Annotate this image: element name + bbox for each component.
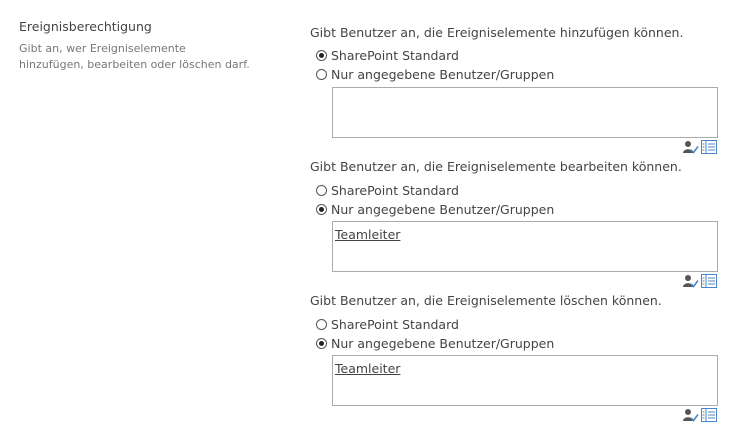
radio-option-specific[interactable]: Nur angegebene Benutzer/Gruppen	[316, 200, 554, 218]
group-title: Gibt Benutzer an, die Ereigniselemente h…	[310, 25, 684, 40]
edit-permission-group: Gibt Benutzer an, die Ereigniselemente b…	[310, 158, 730, 288]
radio-label: SharePoint Standard	[331, 316, 459, 332]
radio-button[interactable]	[316, 68, 327, 80]
delete-permission-group: Gibt Benutzer an, die Ereigniselemente l…	[310, 292, 730, 422]
radio-button[interactable]	[316, 318, 327, 330]
radio-option-specific[interactable]: Nur angegebene Benutzer/Gruppen	[316, 334, 554, 352]
radio-option-standard[interactable]: SharePoint Standard	[316, 181, 459, 199]
radio-label: Nur angegebene Benutzer/Gruppen	[331, 66, 555, 82]
radio-button[interactable]	[316, 184, 327, 196]
radio-button[interactable]	[316, 203, 327, 215]
section-description: Gibt an, wer Ereigniselemente hinzufügen…	[19, 42, 250, 71]
people-entry[interactable]: Teamleiter	[335, 227, 400, 242]
check-names-icon[interactable]	[683, 407, 699, 422]
picker-icons	[683, 273, 717, 288]
picker-icons	[683, 139, 717, 154]
people-picker-input[interactable]: Teamleiter	[332, 355, 718, 406]
radio-label: SharePoint Standard	[331, 47, 459, 63]
section-title: Ereignisberechtigung	[19, 19, 152, 34]
section-info: Ereignisberechtigung Gibt an, wer Ereign…	[19, 18, 289, 73]
radio-label: Nur angegebene Benutzer/Gruppen	[331, 335, 555, 351]
address-book-icon[interactable]	[701, 139, 717, 154]
radio-option-standard[interactable]: SharePoint Standard	[316, 315, 459, 333]
radio-button[interactable]	[316, 49, 327, 61]
group-title: Gibt Benutzer an, die Ereigniselemente l…	[310, 293, 662, 308]
radio-option-specific[interactable]: Nur angegebene Benutzer/Gruppen	[316, 65, 554, 83]
check-names-icon[interactable]	[683, 139, 699, 154]
radio-option-standard[interactable]: SharePoint Standard	[316, 46, 459, 64]
people-picker-input[interactable]	[332, 87, 718, 138]
radio-label: SharePoint Standard	[331, 182, 459, 198]
check-names-icon[interactable]	[683, 273, 699, 288]
address-book-icon[interactable]	[701, 273, 717, 288]
people-picker-input[interactable]: Teamleiter	[332, 221, 718, 272]
radio-label: Nur angegebene Benutzer/Gruppen	[331, 201, 555, 217]
add-permission-group: Gibt Benutzer an, die Ereigniselemente h…	[310, 24, 730, 154]
group-title: Gibt Benutzer an, die Ereigniselemente b…	[310, 159, 682, 174]
picker-icons	[683, 407, 717, 422]
people-entry[interactable]: Teamleiter	[335, 361, 400, 376]
address-book-icon[interactable]	[701, 407, 717, 422]
radio-button[interactable]	[316, 337, 327, 349]
